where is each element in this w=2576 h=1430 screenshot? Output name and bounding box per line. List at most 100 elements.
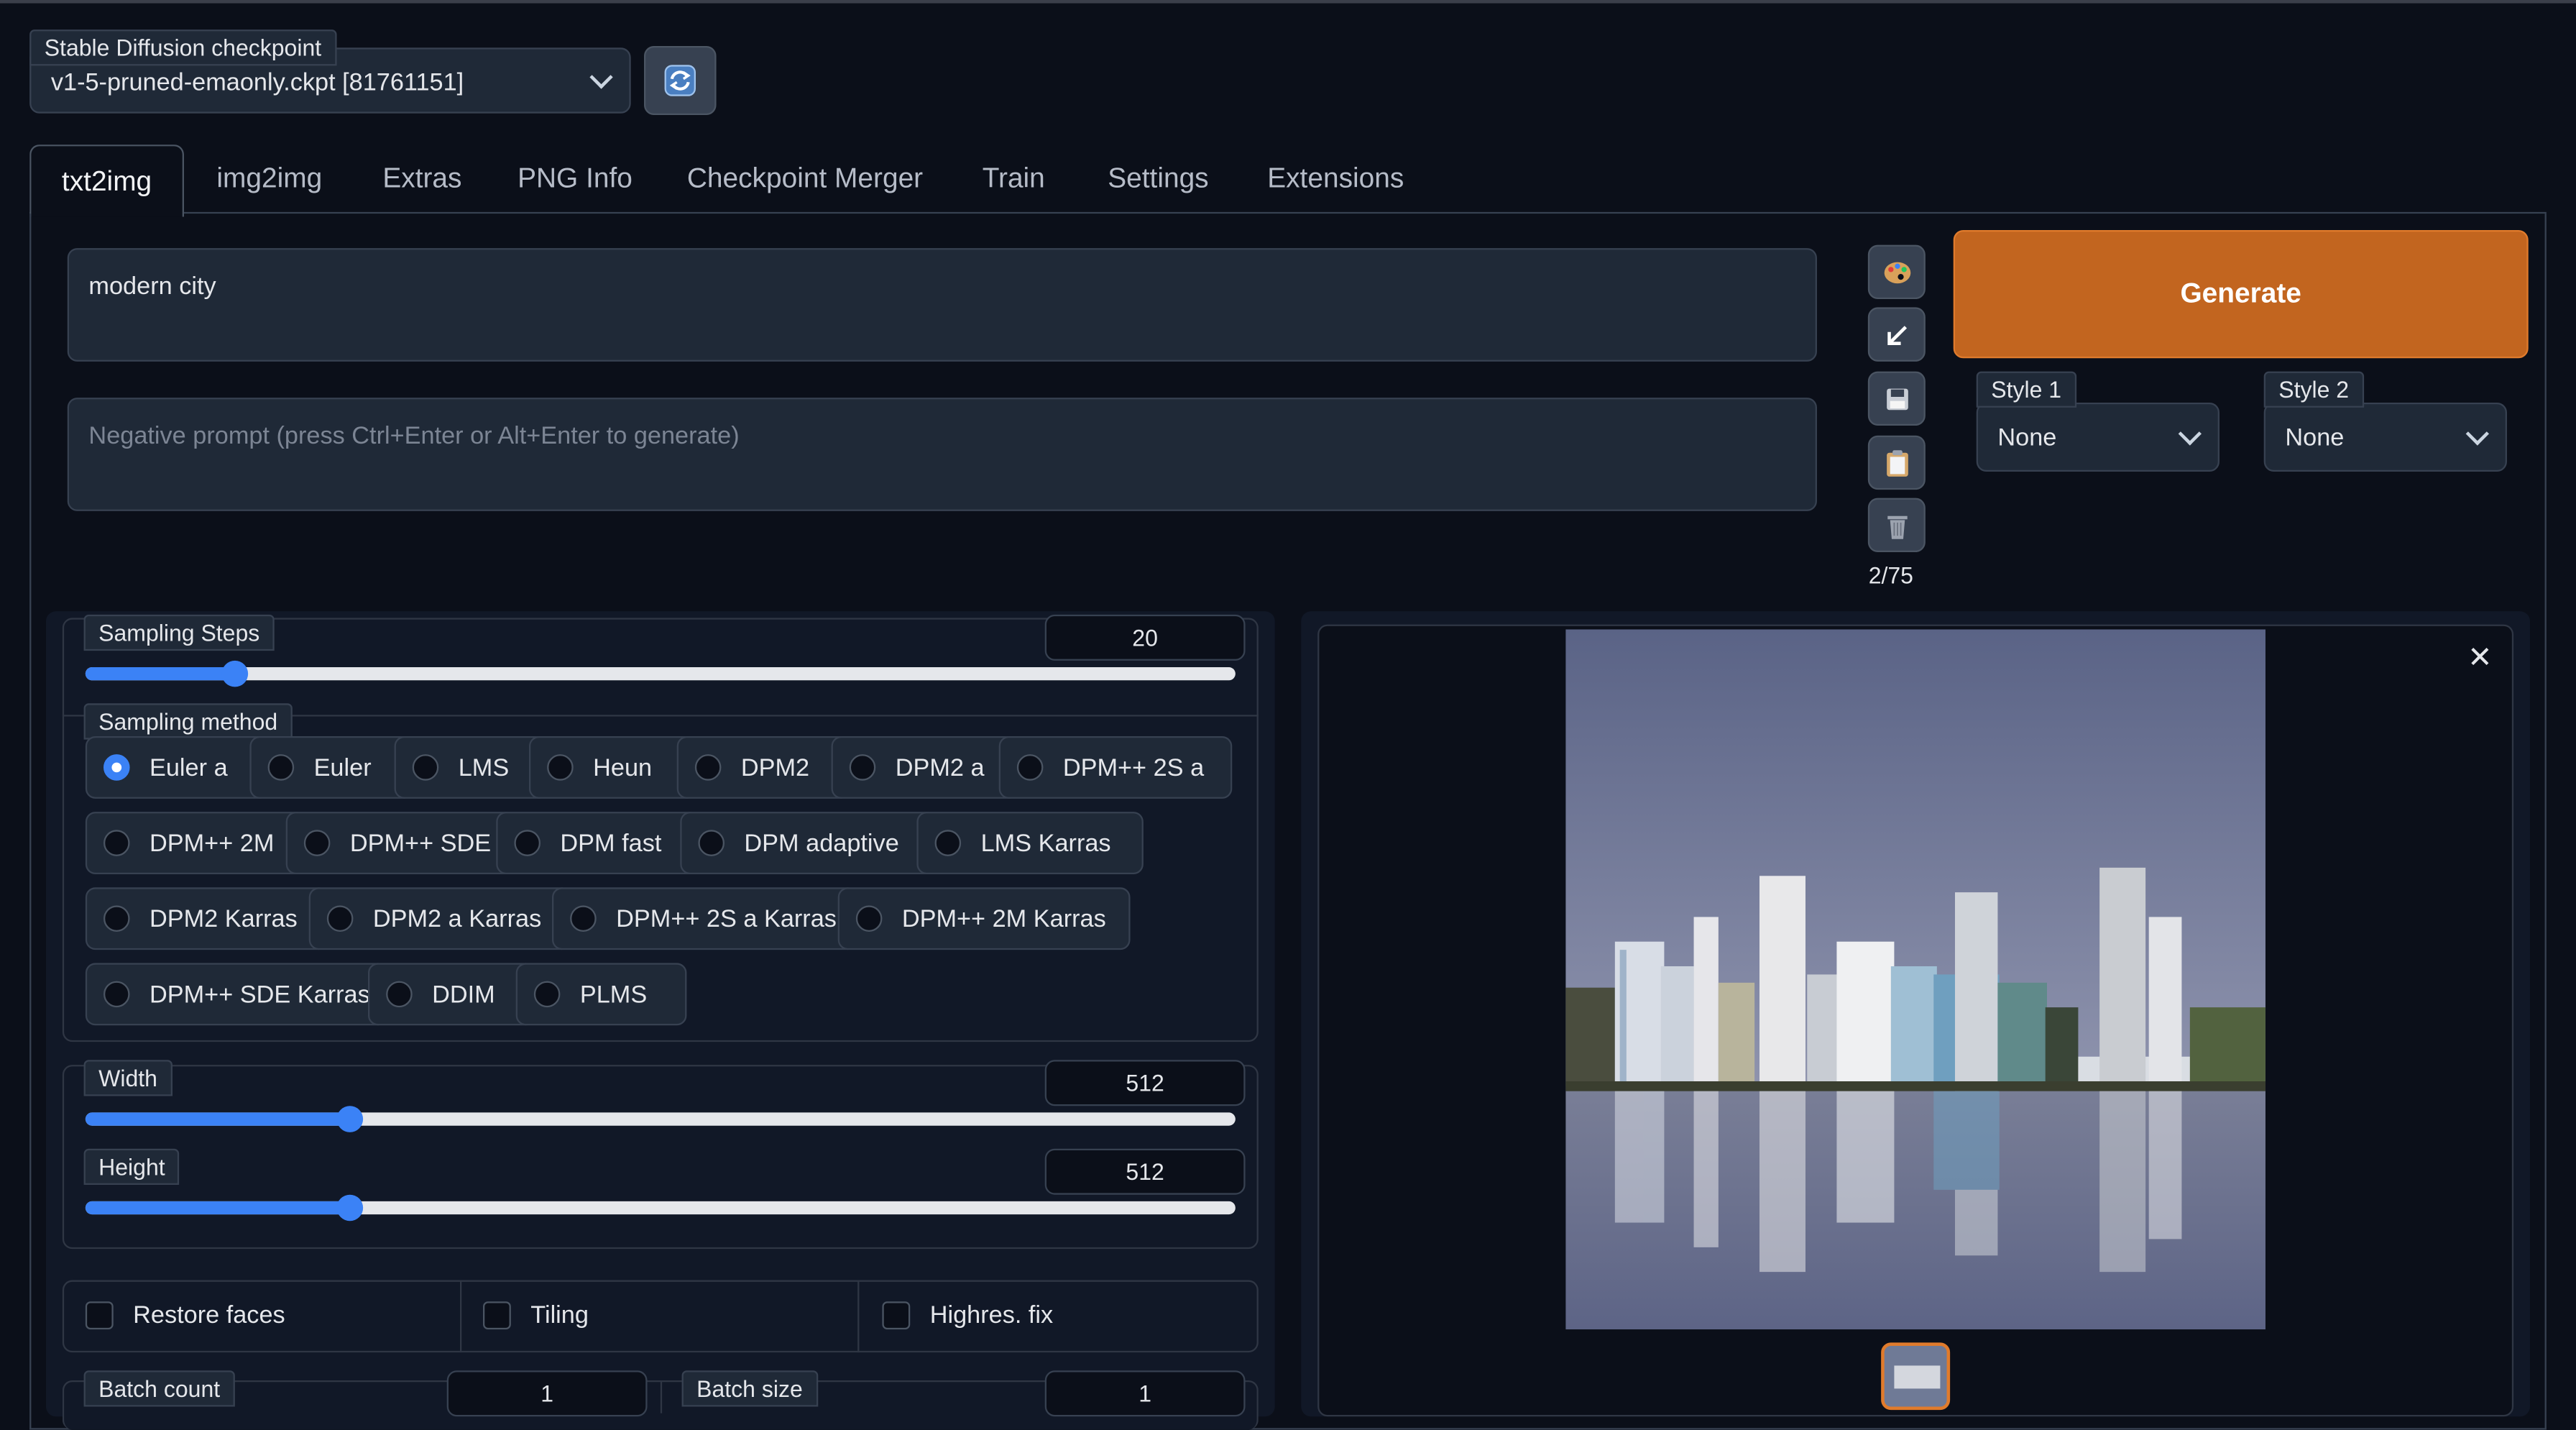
radio-dot <box>570 905 597 932</box>
close-icon[interactable]: ✕ <box>2467 641 2492 675</box>
trash-icon <box>1887 515 1907 538</box>
tiling-checkbox[interactable]: Tiling <box>482 1301 589 1330</box>
save-style-button[interactable] <box>1867 371 1926 426</box>
slider-handle[interactable] <box>336 1106 364 1132</box>
radio-label: DPM++ 2S a Karras <box>616 904 837 933</box>
radio-euler[interactable]: Euler <box>249 735 414 799</box>
batch-size-label: Batch size <box>681 1370 818 1407</box>
radio-label: DPM2 Karras <box>149 904 298 933</box>
tab-extensions[interactable]: Extensions <box>1252 145 1420 214</box>
token-counter: 2/75 <box>1868 562 1913 589</box>
radio-lms-karras[interactable]: LMS Karras <box>916 812 1144 874</box>
radio-dot <box>103 981 130 1008</box>
clear-prompt-button[interactable] <box>1867 498 1926 552</box>
radio-dpm-fast[interactable]: DPM fast <box>496 812 700 874</box>
radio-label: DPM++ 2M <box>149 829 275 857</box>
radio-dot <box>326 905 354 932</box>
style2-dropdown[interactable]: None <box>2263 402 2507 472</box>
radio-dpm2[interactable]: DPM2 <box>676 735 851 799</box>
style1-dropdown[interactable]: None <box>1976 402 2220 472</box>
save-icon <box>1885 388 1908 410</box>
negative-prompt-input[interactable]: Negative prompt (press Ctrl+Enter or Alt… <box>67 398 1817 511</box>
slider-fill <box>85 1201 350 1215</box>
checkbox-label: Tiling <box>530 1301 589 1330</box>
radio-dpmpp-2s-a-karras[interactable]: DPM++ 2S a Karras <box>551 887 858 950</box>
radio-label: PLMS <box>579 980 648 1009</box>
slider-handle[interactable] <box>221 660 249 687</box>
generated-image[interactable] <box>1565 629 2266 1330</box>
radio-dpm2-a[interactable]: DPM2 a <box>831 735 1019 799</box>
tab-checkpoint-merger[interactable]: Checkpoint Merger <box>673 145 937 214</box>
highres-fix-checkbox[interactable]: Highres. fix <box>882 1301 1053 1330</box>
radio-ddim[interactable]: DDIM <box>367 963 536 1026</box>
radio-label: DPM2 <box>740 753 810 782</box>
radio-label: Euler <box>313 753 372 782</box>
chevron-down-icon <box>589 65 613 89</box>
apply-style-button[interactable] <box>1867 435 1926 490</box>
radio-dpm2-karras[interactable]: DPM2 Karras <box>85 887 329 950</box>
divider <box>459 1280 462 1353</box>
tab-extras[interactable]: Extras <box>364 145 479 214</box>
batch-size-number[interactable]: 1 <box>1044 1370 1246 1417</box>
thumbnail-image <box>1894 1365 1941 1389</box>
radio-dpmpp-sde[interactable]: DPM++ SDE <box>285 812 516 874</box>
radio-label: DPM adaptive <box>744 829 899 857</box>
prompt-input[interactable]: modern city <box>67 248 1817 362</box>
checkpoint-label: Stable Diffusion checkpoint <box>29 29 336 66</box>
radio-dot <box>514 830 540 856</box>
radio-label: Euler a <box>149 753 228 782</box>
interrogate-style-button[interactable] <box>1867 244 1926 299</box>
width-number[interactable]: 512 <box>1044 1060 1246 1106</box>
radio-dpmpp-2m-karras[interactable]: DPM++ 2M Karras <box>837 887 1131 950</box>
gallery-thumbnail[interactable] <box>1881 1342 1951 1411</box>
sampling-steps-slider[interactable] <box>85 660 1236 687</box>
radio-dot <box>267 754 295 781</box>
restore-faces-checkbox[interactable]: Restore faces <box>85 1301 285 1330</box>
style2-value: None <box>2285 423 2345 452</box>
radio-dot <box>698 830 724 856</box>
radio-dot <box>412 754 439 781</box>
window-top-border <box>0 0 2576 4</box>
radio-dot <box>694 754 722 781</box>
checkbox-box[interactable] <box>882 1301 911 1330</box>
batch-count-number[interactable]: 1 <box>446 1370 648 1417</box>
radio-dpm-adaptive[interactable]: DPM adaptive <box>680 812 937 874</box>
radio-label: DPM++ 2M Karras <box>901 904 1106 933</box>
negative-prompt-placeholder: Negative prompt (press Ctrl+Enter or Alt… <box>88 422 740 451</box>
radio-label: DPM++ SDE Karras <box>149 980 370 1009</box>
radio-dpmpp-sde-karras[interactable]: DPM++ SDE Karras <box>85 963 388 1026</box>
tab-train[interactable]: Train <box>962 145 1064 214</box>
sampling-method-label: Sampling method <box>83 703 293 740</box>
radio-heun[interactable]: Heun <box>528 735 697 799</box>
tab-img2img[interactable]: img2img <box>194 145 345 214</box>
radio-dot <box>303 830 331 856</box>
slider-handle[interactable] <box>336 1194 364 1222</box>
radio-dpm2-a-karras[interactable]: DPM2 a Karras <box>308 887 572 950</box>
radio-lms[interactable]: LMS <box>394 735 549 799</box>
radio-dpmpp-2s-a[interactable]: DPM++ 2S a <box>998 735 1233 799</box>
tab-png-info[interactable]: PNG Info <box>502 145 647 214</box>
height-number[interactable]: 512 <box>1044 1148 1246 1195</box>
width-slider[interactable] <box>85 1106 1236 1132</box>
checkbox-box[interactable] <box>482 1301 511 1330</box>
read-params-button[interactable] <box>1867 307 1926 362</box>
divider <box>660 1380 663 1413</box>
refresh-checkpoint-button[interactable] <box>643 45 717 115</box>
radio-dot <box>103 754 130 781</box>
radio-dpmpp-2m[interactable]: DPM++ 2M <box>85 812 306 874</box>
checkpoint-value: v1-5-pruned-emaonly.ckpt [81761151] <box>50 68 464 96</box>
radio-label: DPM2 a <box>895 753 985 782</box>
slider-fill <box>85 666 235 681</box>
generate-button[interactable]: Generate <box>1953 229 2529 359</box>
radio-dot <box>103 905 130 932</box>
radio-label: LMS Karras <box>980 829 1111 857</box>
checkbox-box[interactable] <box>85 1301 114 1330</box>
tab-settings[interactable]: Settings <box>1091 145 1225 214</box>
radio-dot <box>1016 754 1044 781</box>
sampling-steps-number[interactable]: 20 <box>1044 614 1246 661</box>
height-slider[interactable] <box>85 1194 1236 1222</box>
radio-euler-a[interactable]: Euler a <box>85 735 270 799</box>
radio-plms[interactable]: PLMS <box>515 963 687 1026</box>
radio-dot <box>533 981 561 1008</box>
tab-txt2img[interactable]: txt2img <box>29 145 184 217</box>
